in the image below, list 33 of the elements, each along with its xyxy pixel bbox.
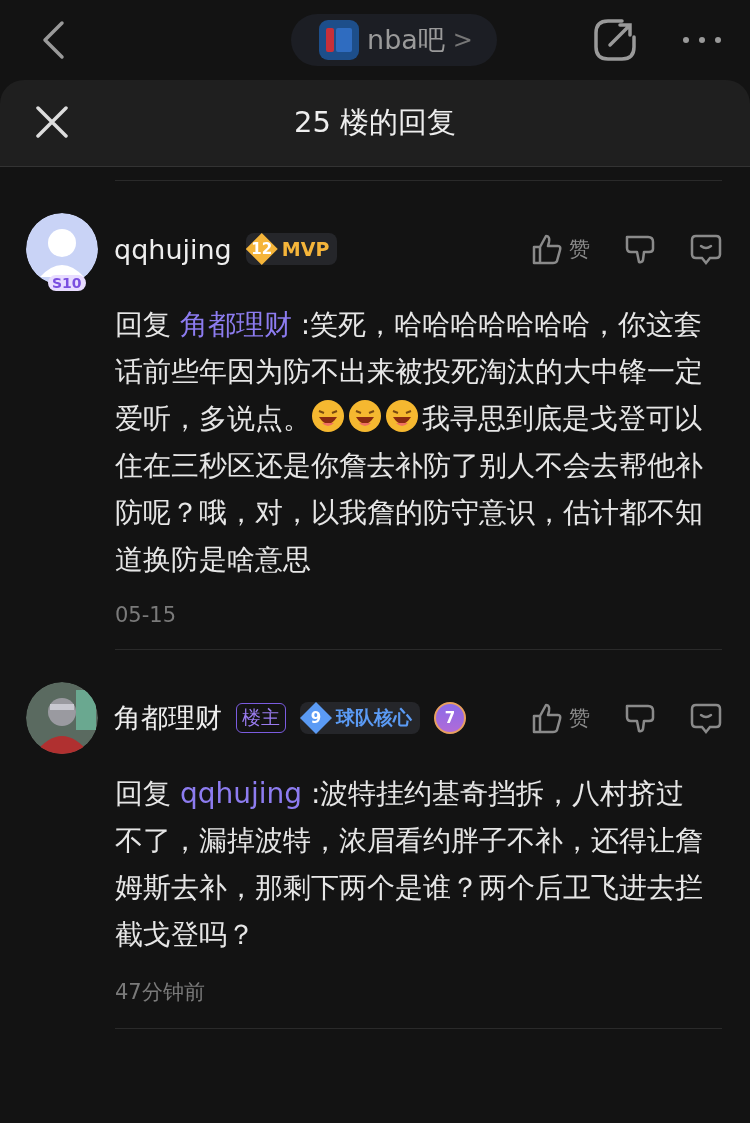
username[interactable]: qqhujing [114, 233, 232, 265]
comment-text: 回复 qqhujing :波特挂约基奇挡拆，八村挤过不了，漏掉波特，浓眉看约胖子不补，还得让詹姆斯去补，那剩下两个是谁？两个后卫飞进去拦截戈登吗？ [115, 776, 704, 953]
medal-badge: 7 [434, 702, 466, 734]
grinning-emoji-icon [385, 399, 419, 433]
mention-link[interactable]: 角都理财 [179, 308, 292, 341]
dislike-button[interactable] [624, 233, 656, 265]
logo-icon [319, 20, 360, 60]
forum-name: nba吧 [367, 23, 445, 57]
share-icon[interactable] [592, 17, 638, 63]
close-icon[interactable] [36, 106, 68, 138]
level-number: 9 [300, 702, 332, 734]
sheet-title: 25 楼的回复 [293, 104, 457, 141]
chevron-icon: > [452, 26, 473, 54]
avatar-badge: S10 [48, 275, 86, 291]
reply-button[interactable] [690, 233, 722, 265]
grinning-emoji-icon [348, 399, 382, 433]
more-icon[interactable] [682, 36, 722, 44]
timestamp: 47分钟前 [115, 979, 206, 1006]
reply-button[interactable] [690, 702, 722, 734]
forum-chip[interactable]: nba吧 > [291, 14, 497, 66]
level-title: MVP [281, 238, 330, 260]
like-button[interactable]: 赞 [531, 702, 590, 734]
dislike-button[interactable] [624, 702, 656, 734]
level-number: 12 [245, 233, 278, 265]
like-button[interactable]: 赞 [531, 233, 590, 265]
comment-text: 回复 角都理财 :笑死，哈哈哈哈哈哈哈，你这套话前些年因为防不出来被投死淘汰的大中锋一定爱听，多说点。 我寻思到底是戈登可以住在三秒区还是你詹去补防了别人不会去帮他补防呢？哦，对，以我詹的防守意识，估计都不知道换防是啥意思 [115, 307, 704, 578]
op-tag: 楼主 [236, 703, 286, 733]
timestamp: 05-15 [115, 603, 178, 627]
grinning-emoji-icon [311, 399, 345, 433]
username[interactable]: 角都理财 [114, 700, 222, 736]
mention-link[interactable]: qqhujing [179, 777, 303, 810]
level-title: 球队核心 [336, 705, 412, 730]
back-icon[interactable] [40, 20, 66, 60]
